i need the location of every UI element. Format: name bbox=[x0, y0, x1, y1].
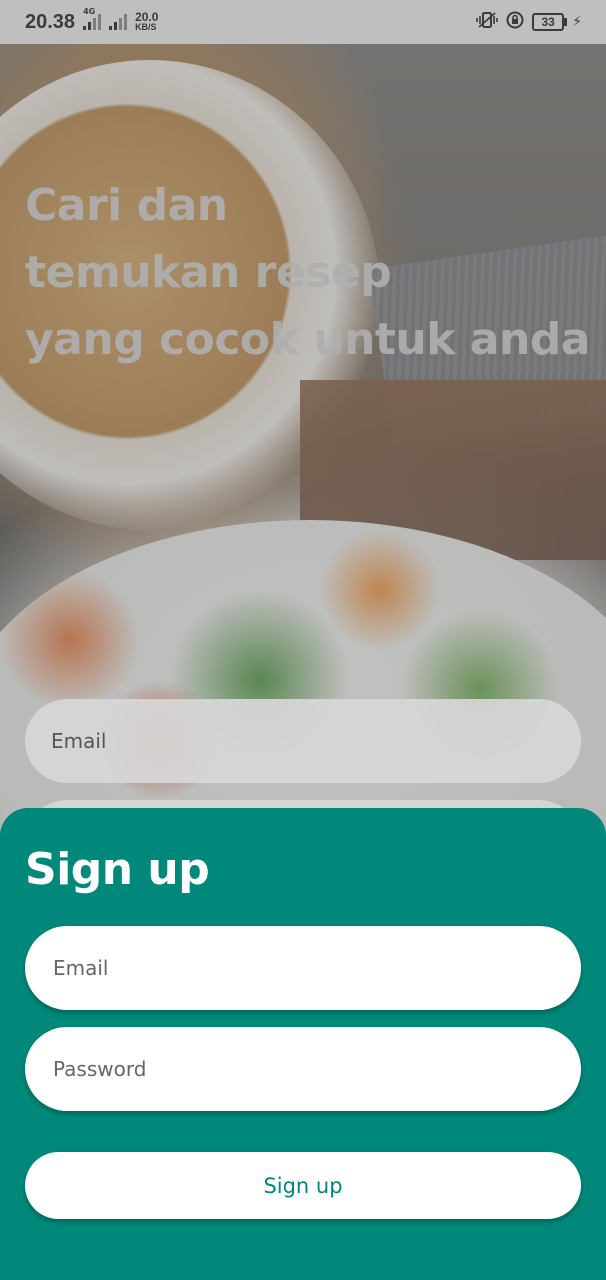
charging-icon: ⚡ bbox=[572, 14, 582, 30]
signup-title: Sign up bbox=[25, 844, 210, 895]
password-input[interactable] bbox=[51, 1056, 581, 1082]
password-field[interactable] bbox=[25, 1027, 581, 1111]
status-bar-left: 20.38 4G 20.0 KB/S bbox=[25, 7, 159, 34]
network-speed: 20.0 KB/S bbox=[135, 10, 159, 32]
battery-icon: 33 bbox=[532, 13, 568, 31]
rotation-lock-icon bbox=[506, 11, 524, 33]
status-time: 20.38 bbox=[25, 10, 76, 33]
status-bar: 20.38 4G 20.0 KB/S 33 ⚡ bbox=[0, 0, 606, 44]
hero-line-3: yang cocok untuk anda bbox=[25, 314, 591, 365]
signal-icon: 4G bbox=[83, 7, 102, 30]
vibrate-icon bbox=[476, 11, 498, 33]
background-email-field: Email bbox=[25, 699, 581, 783]
status-bar-right: 33 ⚡ bbox=[476, 11, 582, 33]
signup-sheet: Sign up Sign up bbox=[0, 808, 606, 1280]
network-speed-unit: KB/S bbox=[135, 22, 157, 32]
email-input[interactable] bbox=[51, 955, 581, 981]
hero-headline: Cari dan temukan resep yang cocok untuk … bbox=[25, 172, 591, 373]
hero-line-1: Cari dan bbox=[25, 180, 228, 231]
signal-icon-2 bbox=[109, 14, 128, 30]
network-type: 4G bbox=[83, 7, 96, 16]
email-field[interactable] bbox=[25, 926, 581, 1010]
app-screen: 20.38 4G 20.0 KB/S 33 ⚡ Cari dan temukan… bbox=[0, 0, 606, 1280]
signup-button[interactable]: Sign up bbox=[25, 1152, 581, 1219]
background-email-placeholder: Email bbox=[51, 729, 107, 753]
network-speed-value: 20.0 bbox=[135, 10, 159, 24]
hero-line-2: temukan resep bbox=[25, 247, 392, 298]
